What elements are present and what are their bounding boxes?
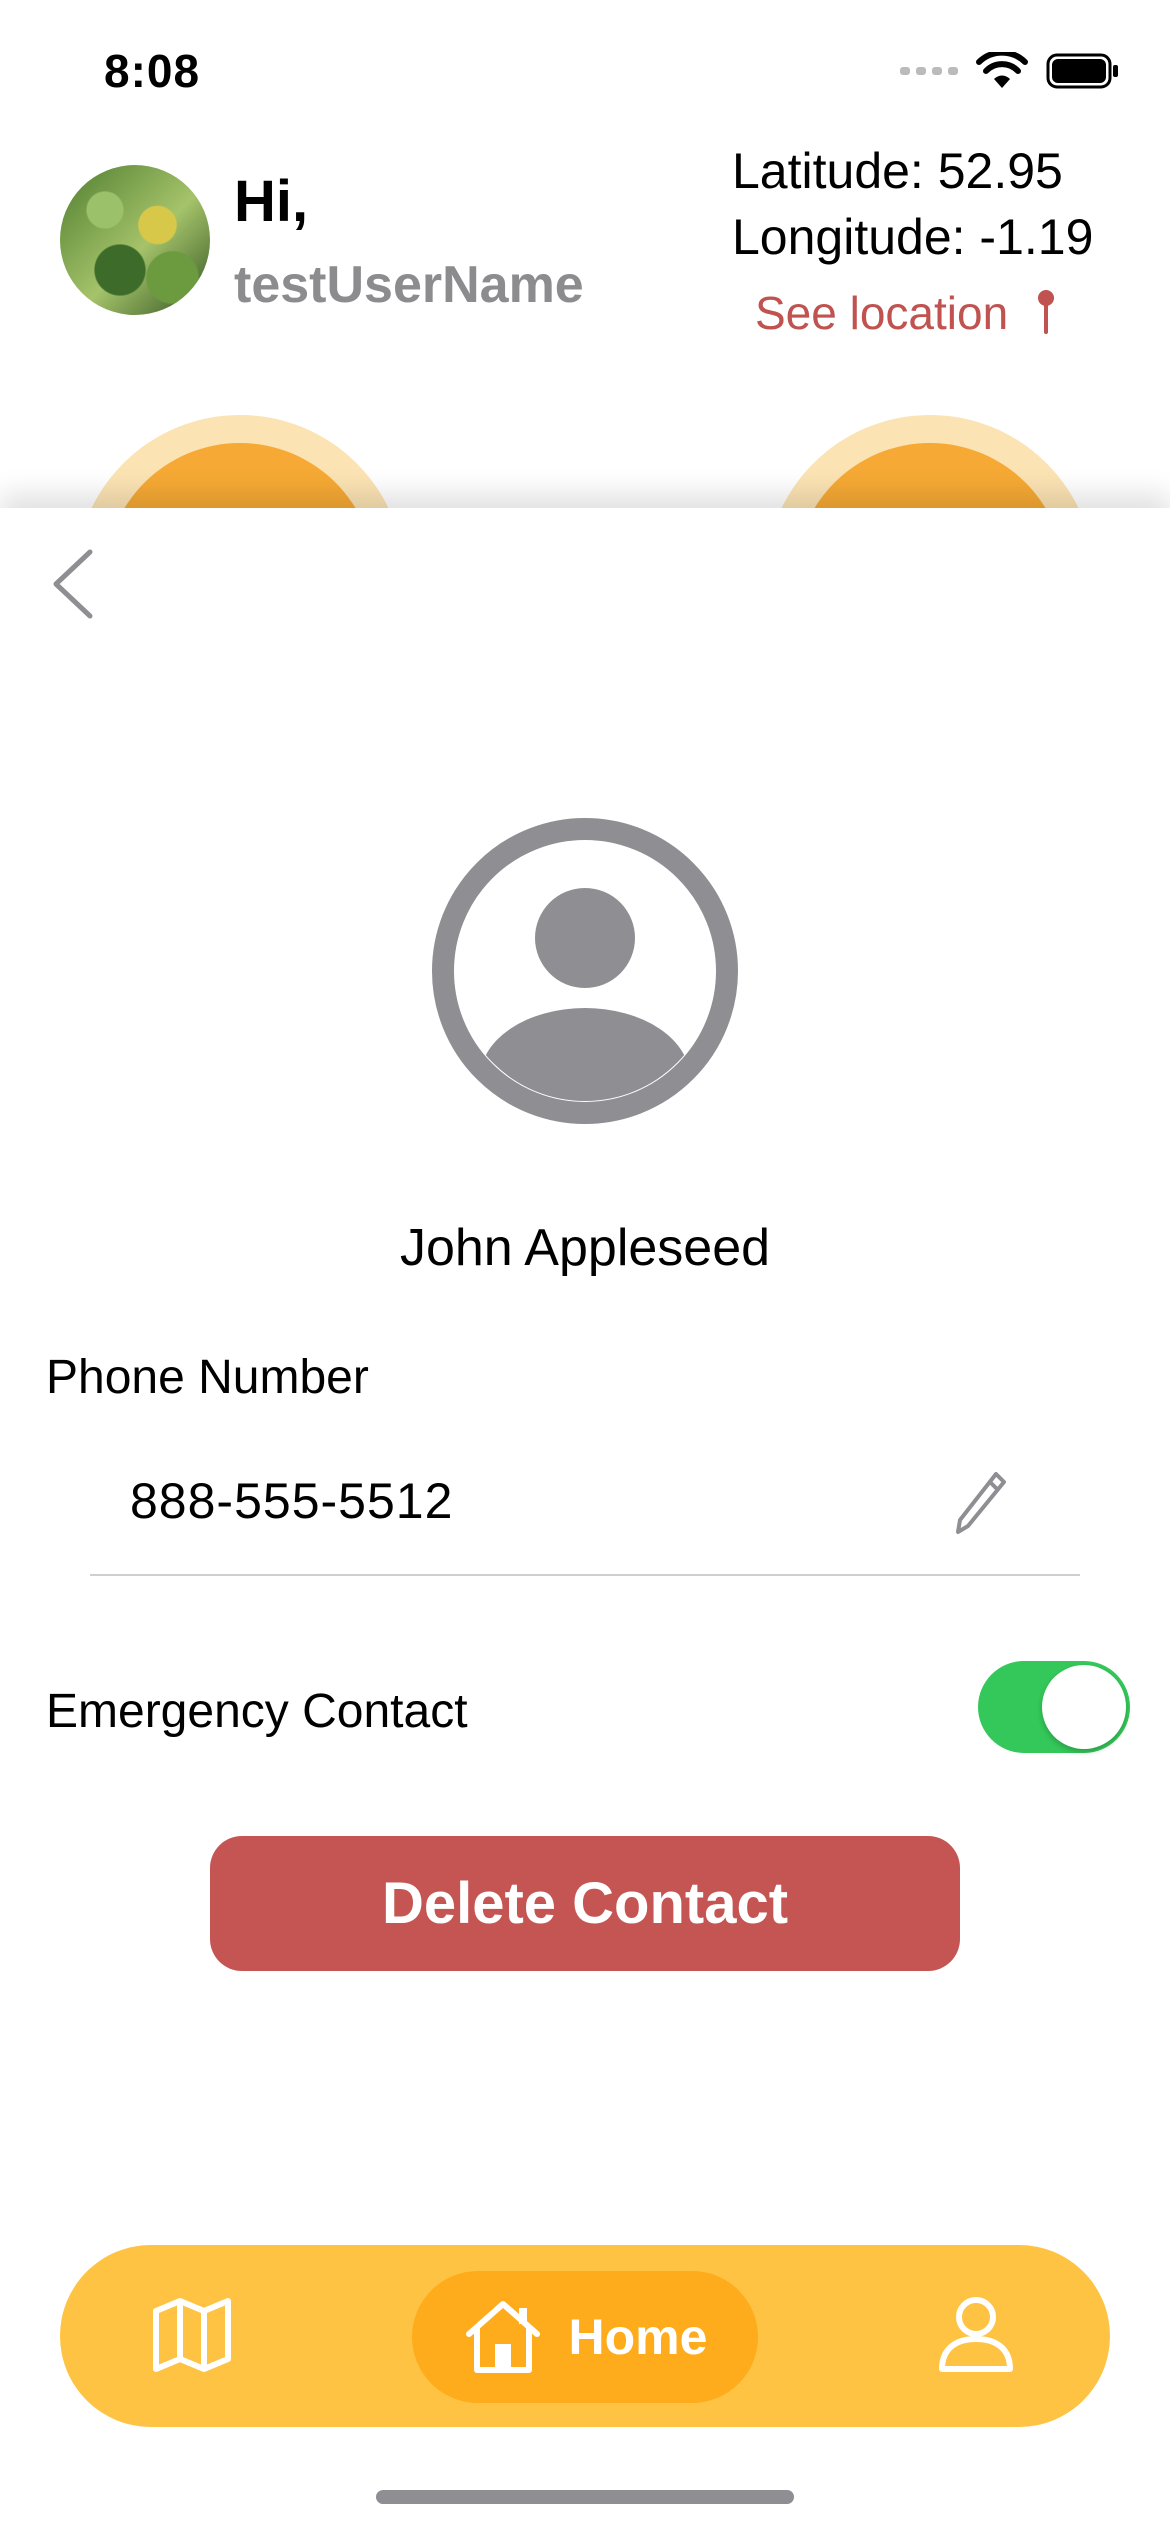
battery-icon (1046, 53, 1118, 89)
user-avatar[interactable] (60, 165, 210, 315)
latitude-text: Latitude: 52.95 (732, 143, 1063, 199)
person-icon[interactable] (936, 2295, 1016, 2375)
cellular-signal-icon (900, 67, 958, 75)
back-chevron-icon[interactable] (44, 544, 104, 624)
greeting-text: Hi, (234, 169, 309, 234)
status-time: 8:08 (104, 45, 201, 97)
username-text: testUserName (234, 256, 584, 314)
phone-number-field[interactable]: 888-555-5512 (130, 1472, 453, 1530)
phone-number-label: Phone Number (46, 1351, 369, 1404)
map-icon[interactable] (152, 2297, 232, 2373)
contact-avatar-icon (432, 818, 738, 1124)
tab-home-label: Home (568, 2309, 708, 2365)
emergency-contact-toggle[interactable] (978, 1661, 1130, 1753)
home-indicator (376, 2490, 794, 2504)
status-icons (900, 52, 1120, 90)
see-location-label: See location (755, 287, 1009, 339)
delete-contact-button[interactable]: Delete Contact (210, 1836, 960, 1971)
see-location-link[interactable]: See location (755, 286, 1058, 340)
pencil-icon[interactable] (952, 1468, 1008, 1538)
emergency-contact-label: Emergency Contact (46, 1685, 468, 1738)
tab-bar: Home (60, 2245, 1110, 2427)
phone-field-underline (90, 1574, 1080, 1576)
tab-home[interactable]: Home (412, 2271, 758, 2403)
toggle-knob (1042, 1665, 1126, 1749)
home-icon (465, 2301, 540, 2373)
contact-detail-sheet: John Appleseed Phone Number 888-555-5512… (0, 508, 1170, 2532)
wifi-icon (976, 52, 1028, 88)
longitude-text: Longitude: -1.19 (732, 209, 1094, 265)
map-pin-icon (1038, 290, 1055, 334)
contact-name: John Appleseed (399, 1219, 771, 1277)
